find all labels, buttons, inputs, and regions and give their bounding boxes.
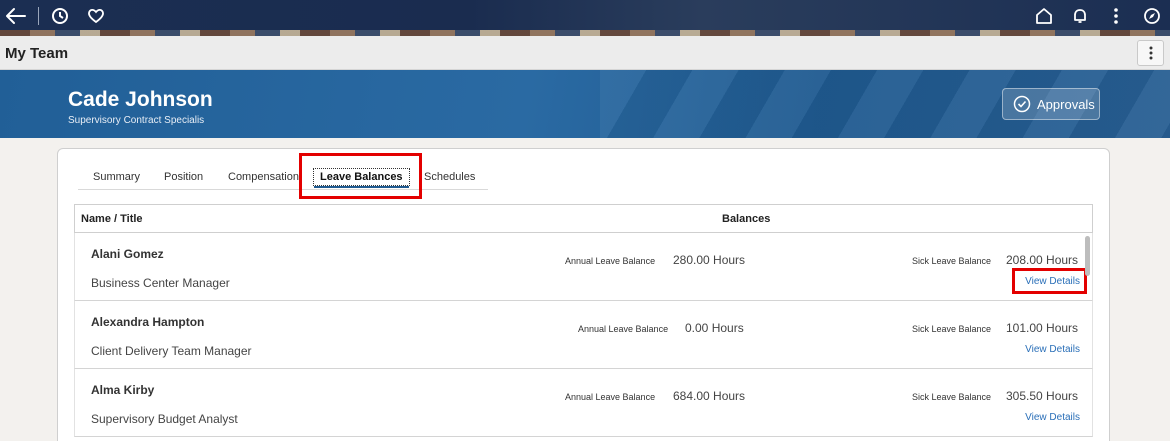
actions-menu-button[interactable] xyxy=(1137,40,1164,66)
bell-icon[interactable] xyxy=(1068,4,1092,28)
view-details-link[interactable]: View Details xyxy=(1025,344,1080,355)
heart-icon[interactable] xyxy=(84,4,108,28)
highlight-box-view-details xyxy=(1012,268,1087,294)
tab-position[interactable]: Position xyxy=(164,171,203,183)
annual-leave-value: 0.00 Hours xyxy=(685,321,744,335)
page-title: My Team xyxy=(5,45,69,62)
page-title-bar: My Team xyxy=(0,36,1170,70)
employee-banner: Cade Johnson Supervisory Contract Specia… xyxy=(0,70,1170,138)
sick-leave-value: 208.00 Hours xyxy=(1006,253,1079,267)
tab-summary[interactable]: Summary xyxy=(93,171,140,183)
clock-icon[interactable] xyxy=(48,4,72,28)
sick-leave-value: 305.50 Hours xyxy=(1006,389,1079,403)
employee-row-title: Supervisory Budget Analyst xyxy=(91,412,238,426)
employee-row-name: Alani Gomez xyxy=(91,247,164,261)
sick-leave-label: Sick Leave Balance xyxy=(912,256,992,266)
grid-header: Name / Title Balances xyxy=(74,204,1093,233)
kebab-icon[interactable] xyxy=(1104,4,1128,28)
tab-schedules[interactable]: Schedules xyxy=(424,171,475,183)
column-header-balances: Balances xyxy=(722,213,771,225)
check-circle-icon xyxy=(1013,95,1031,113)
top-nav-bar xyxy=(0,0,1170,36)
column-header-name-title: Name / Title xyxy=(81,213,143,225)
view-details-link[interactable]: View Details xyxy=(1025,412,1080,423)
sick-leave-label: Sick Leave Balance xyxy=(912,324,992,334)
home-icon[interactable] xyxy=(1032,4,1056,28)
sick-leave-label: Sick Leave Balance xyxy=(912,392,992,402)
compass-icon[interactable] xyxy=(1140,4,1164,28)
table-row: Alma Kirby Supervisory Budget Analyst An… xyxy=(74,369,1093,437)
sick-leave-value: 101.00 Hours xyxy=(1006,321,1079,335)
kebab-icon xyxy=(1149,46,1152,60)
tab-bar: Summary Position Compensation Leave Bala… xyxy=(78,164,488,190)
annual-leave-label: Annual Leave Balance xyxy=(565,392,656,402)
back-arrow-icon[interactable] xyxy=(4,4,28,28)
annual-leave-value: 280.00 Hours xyxy=(673,253,746,267)
annual-leave-label: Annual Leave Balance xyxy=(578,324,669,334)
tab-compensation[interactable]: Compensation xyxy=(228,171,299,183)
nav-separator xyxy=(38,7,39,25)
employee-row-title: Client Delivery Team Manager xyxy=(91,344,252,358)
approvals-button[interactable]: Approvals xyxy=(1002,88,1100,120)
employee-name: Cade Johnson xyxy=(68,88,213,111)
employee-role: Supervisory Contract Specialis xyxy=(68,115,205,126)
employee-row-name: Alexandra Hampton xyxy=(91,315,205,329)
employee-row-name: Alma Kirby xyxy=(91,383,155,397)
vertical-scrollbar-thumb[interactable] xyxy=(1085,236,1090,276)
table-row: Alexandra Hampton Client Delivery Team M… xyxy=(74,301,1093,369)
approvals-label: Approvals xyxy=(1037,96,1095,112)
highlight-box-tab xyxy=(299,153,422,199)
annual-leave-label: Annual Leave Balance xyxy=(565,256,656,266)
annual-leave-value: 684.00 Hours xyxy=(673,389,746,403)
employee-row-title: Business Center Manager xyxy=(91,276,230,290)
table-row: Alani Gomez Business Center Manager Annu… xyxy=(74,233,1093,301)
